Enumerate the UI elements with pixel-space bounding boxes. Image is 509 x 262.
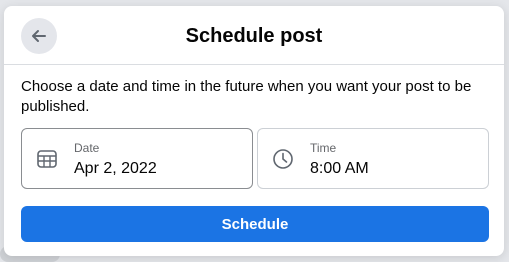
clock-icon xyxy=(273,149,293,169)
date-field[interactable]: Date Apr 2, 2022 xyxy=(21,128,253,189)
calendar-icon xyxy=(37,150,57,168)
dialog-title: Schedule post xyxy=(185,25,323,47)
schedule-button[interactable]: Schedule xyxy=(21,206,489,242)
date-field-label: Date xyxy=(74,141,100,155)
schedule-post-dialog: Schedule post Choose a date and time in … xyxy=(4,6,504,256)
dialog-description: Choose a date and time in the future whe… xyxy=(21,78,472,115)
time-field-value: 8:00 AM xyxy=(310,160,369,177)
time-field[interactable]: Time 8:00 AM xyxy=(257,128,489,189)
dialog-header: Schedule post xyxy=(4,6,504,65)
date-field-value: Apr 2, 2022 xyxy=(74,160,157,177)
time-field-label: Time xyxy=(310,141,337,155)
